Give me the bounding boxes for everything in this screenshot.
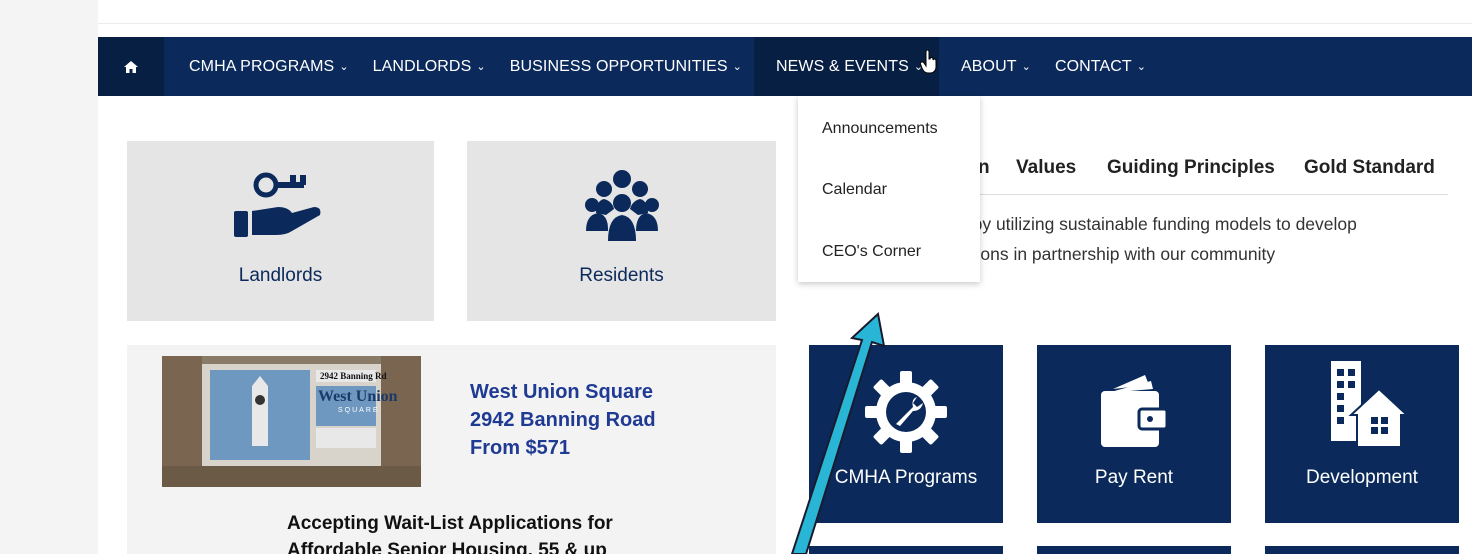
promo-body: Accepting Wait-List Applications for Aff…	[127, 510, 776, 554]
promo-title: West Union Square 2942 Banning Road From…	[470, 378, 656, 462]
development-tile[interactable]: Development	[1265, 345, 1459, 523]
nav-business-opportunities[interactable]: BUSINESS OPPORTUNITIES ⌄	[498, 37, 754, 96]
promo-body-line: Accepting Wait-List Applications for	[287, 513, 613, 534]
home-icon	[124, 60, 138, 73]
promo-title-line: 2942 Banning Road	[470, 409, 656, 431]
nav-news-events[interactable]: NEWS & EVENTS ⌄	[753, 37, 939, 96]
menu-item-ceos-corner[interactable]: CEO's Corner	[822, 243, 921, 261]
landlords-tile[interactable]: Landlords	[127, 141, 434, 321]
pay-rent-label: Pay Rent	[1094, 467, 1174, 488]
nav-about[interactable]: ABOUT ⌄	[939, 37, 1043, 96]
pay-rent-tile[interactable]: Pay Rent	[1037, 345, 1231, 523]
nav-label: CMHA PROGRAMS	[189, 57, 335, 75]
nav-contact[interactable]: CONTACT ⌄	[1043, 37, 1158, 96]
people-group-icon	[585, 170, 659, 241]
tab-values[interactable]: Values	[1016, 157, 1076, 179]
key-hand-icon	[234, 172, 321, 237]
promo-banner[interactable]: 2942 Banning Rd West Union SQUARE West U…	[127, 345, 776, 554]
promo-title-line: West Union Square	[470, 381, 653, 403]
chevron-down-icon: ⌄	[1136, 61, 1147, 73]
nav-home-button[interactable]	[98, 37, 164, 96]
nav-label: LANDLORDS	[372, 57, 472, 75]
top-strip	[98, 0, 1472, 24]
service-tile-row2[interactable]	[1265, 546, 1459, 554]
chevron-down-icon: ⌄	[476, 61, 486, 73]
nav-cmha-programs[interactable]: CMHA PROGRAMS ⌄	[177, 37, 361, 96]
promo-title-line: From $571	[470, 437, 571, 459]
nav-label: NEWS & EVENTS	[775, 57, 909, 75]
left-gutter	[0, 0, 98, 554]
landlords-label: Landlords	[238, 265, 323, 286]
page: CMHA PROGRAMS ⌄ LANDLORDS ⌄ BUSINESS OPP…	[0, 0, 1472, 554]
nav-label: CONTACT	[1054, 57, 1132, 75]
residents-label: Residents	[579, 265, 664, 286]
annotation-arrow	[790, 312, 886, 554]
sign-sub-text: SQUARE	[338, 407, 380, 414]
sign-name-text: West Union	[318, 388, 398, 405]
menu-item-calendar[interactable]: Calendar	[822, 181, 887, 199]
main-nav: CMHA PROGRAMS ⌄ LANDLORDS ⌄ BUSINESS OPP…	[98, 37, 1472, 96]
nav-label: BUSINESS OPPORTUNITIES	[509, 57, 728, 75]
nav-label: ABOUT	[960, 57, 1017, 75]
wallet-icon	[1101, 375, 1169, 447]
tab-gold-standard[interactable]: Gold Standard	[1304, 157, 1435, 179]
hand-cursor-icon	[920, 50, 937, 74]
sign-address-text: 2942 Banning Rd	[320, 371, 387, 381]
residents-tile[interactable]: Residents	[467, 141, 776, 321]
news-events-dropdown: Announcements Calendar CEO's Corner	[798, 96, 980, 282]
tab-guiding-principles[interactable]: Guiding Principles	[1107, 157, 1275, 179]
menu-item-announcements[interactable]: Announcements	[822, 120, 938, 138]
nav-landlords[interactable]: LANDLORDS ⌄	[361, 37, 498, 96]
development-label: Development	[1306, 467, 1418, 488]
service-tile-row2[interactable]	[1037, 546, 1231, 554]
buildings-icon	[1331, 361, 1407, 448]
chevron-down-icon: ⌄	[732, 61, 742, 73]
promo-body-line: Affordable Senior Housing, 55 & up	[287, 540, 607, 554]
chevron-down-icon: ⌄	[339, 61, 349, 73]
chevron-down-icon: ⌄	[1021, 61, 1031, 73]
